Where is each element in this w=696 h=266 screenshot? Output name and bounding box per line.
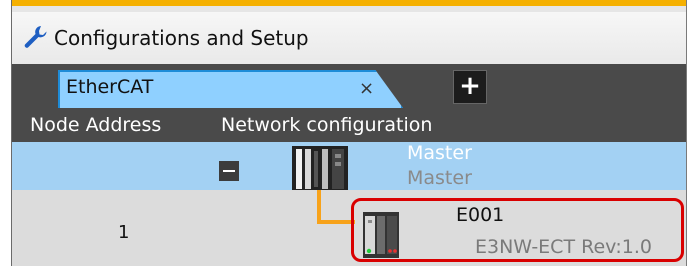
master-controller-icon bbox=[292, 146, 348, 192]
network-connector-line bbox=[317, 190, 321, 224]
master-model: Master bbox=[407, 167, 472, 189]
slave-module-icon[interactable] bbox=[355, 210, 405, 260]
tab-close-icon[interactable]: × bbox=[359, 78, 374, 99]
tab-ethercat-label: EtherCAT bbox=[66, 76, 154, 98]
master-row[interactable] bbox=[12, 142, 686, 190]
node-address-value: 1 bbox=[118, 222, 130, 243]
left-frame-border bbox=[0, 0, 12, 266]
master-name: Master bbox=[407, 142, 472, 164]
slave-model: E3NW-ECT Rev:1.0 bbox=[475, 236, 652, 258]
slave-name: E001 bbox=[456, 204, 505, 226]
column-header-node-address[interactable]: Node Address bbox=[30, 114, 161, 136]
collapse-master-button[interactable] bbox=[219, 161, 239, 181]
panel-title: Configurations and Setup bbox=[54, 26, 309, 50]
add-tab-button[interactable]: + bbox=[453, 70, 487, 104]
wrench-icon bbox=[24, 26, 47, 48]
network-connector-branch bbox=[317, 220, 355, 224]
right-frame-border bbox=[686, 0, 696, 266]
column-header-network-configuration[interactable]: Network configuration bbox=[221, 114, 432, 136]
